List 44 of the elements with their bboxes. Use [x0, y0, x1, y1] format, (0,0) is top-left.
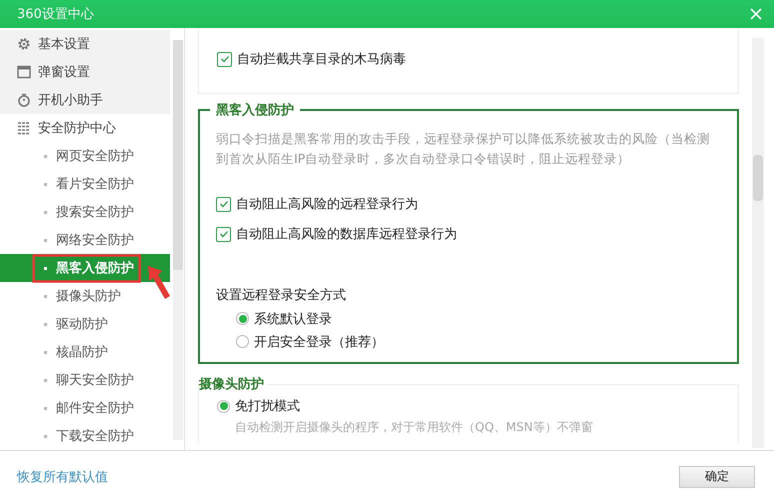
window-icon: [17, 66, 31, 78]
description-text: 自动检测开启摄像头的程序，对于常用软件（QQ、MSN等）不弹窗: [234, 419, 594, 436]
window-title: 360设置中心: [17, 6, 94, 23]
stopwatch-icon: [18, 94, 30, 107]
checkbox-option[interactable]: 自动拦截共享目录的木马病毒: [217, 44, 738, 74]
radio-button[interactable]: [217, 400, 230, 412]
annotation-arrow: [148, 266, 170, 299]
sidebar-subitem[interactable]: 邮件安全防护: [0, 394, 170, 422]
group-title: 黑客入侵防护: [210, 101, 300, 119]
radio-button[interactable]: [236, 335, 249, 348]
sidebar-subitem[interactable]: 看片安全防护: [0, 170, 170, 198]
checkbox-option[interactable]: 自动阻止高风险的远程登录行为: [216, 189, 721, 219]
radio-button[interactable]: [236, 312, 249, 325]
sidebar-subitem[interactable]: 驱动防护: [0, 310, 170, 338]
checkbox[interactable]: [217, 52, 232, 66]
checkbox[interactable]: [216, 226, 231, 242]
list-icon: [17, 122, 31, 134]
radio-option[interactable]: 免打扰模式: [217, 393, 738, 419]
checkmark-icon: [218, 199, 228, 209]
sidebar-subitem[interactable]: 摄像头防护: [0, 282, 170, 310]
sidebar-item[interactable]: 开机小助手: [0, 86, 170, 114]
radio-option[interactable]: 开启安全登录（推荐）: [236, 330, 721, 353]
scrollbar[interactable]: [752, 38, 764, 448]
ok-button[interactable]: 确定: [679, 466, 755, 488]
checkbox[interactable]: [216, 196, 231, 212]
checkmark-icon: [218, 229, 228, 239]
sidebar-subitem[interactable]: 网页安全防护: [0, 142, 170, 170]
sidebar-item[interactable]: 基本设置: [0, 30, 170, 58]
radio-option[interactable]: 系统默认登录: [236, 307, 721, 330]
radio-group-label: 设置远程登录安全方式: [216, 287, 347, 305]
sidebar-subitem[interactable]: 网络安全防护: [0, 226, 170, 254]
description-text: 弱口令扫描是黑客常用的攻击手段，远程登录保护可以降低系统被攻击的风险（当检测到首次从陌生IP自动登录时，多次自动登录口令错误时，阻止远程登录）: [216, 130, 711, 168]
scrollbar[interactable]: [173, 40, 183, 440]
checkmark-icon: [220, 54, 230, 64]
gear-icon: [18, 38, 30, 50]
sidebar-item[interactable]: 弹窗设置: [0, 58, 170, 86]
section-title: 摄像头防护: [199, 375, 268, 393]
sidebar-subitem[interactable]: 下载安全防护: [0, 422, 170, 450]
sidebar-subitem[interactable]: 搜索安全防护: [0, 198, 170, 226]
close-icon[interactable]: [750, 8, 762, 20]
sidebar-subitem[interactable]: 核晶防护: [0, 338, 170, 366]
restore-defaults-link[interactable]: 恢复所有默认值: [17, 468, 108, 486]
checkbox-option[interactable]: 自动阻止高风险的数据库远程登录行为: [216, 219, 721, 249]
sidebar-subitem[interactable]: 聊天安全防护: [0, 366, 170, 394]
